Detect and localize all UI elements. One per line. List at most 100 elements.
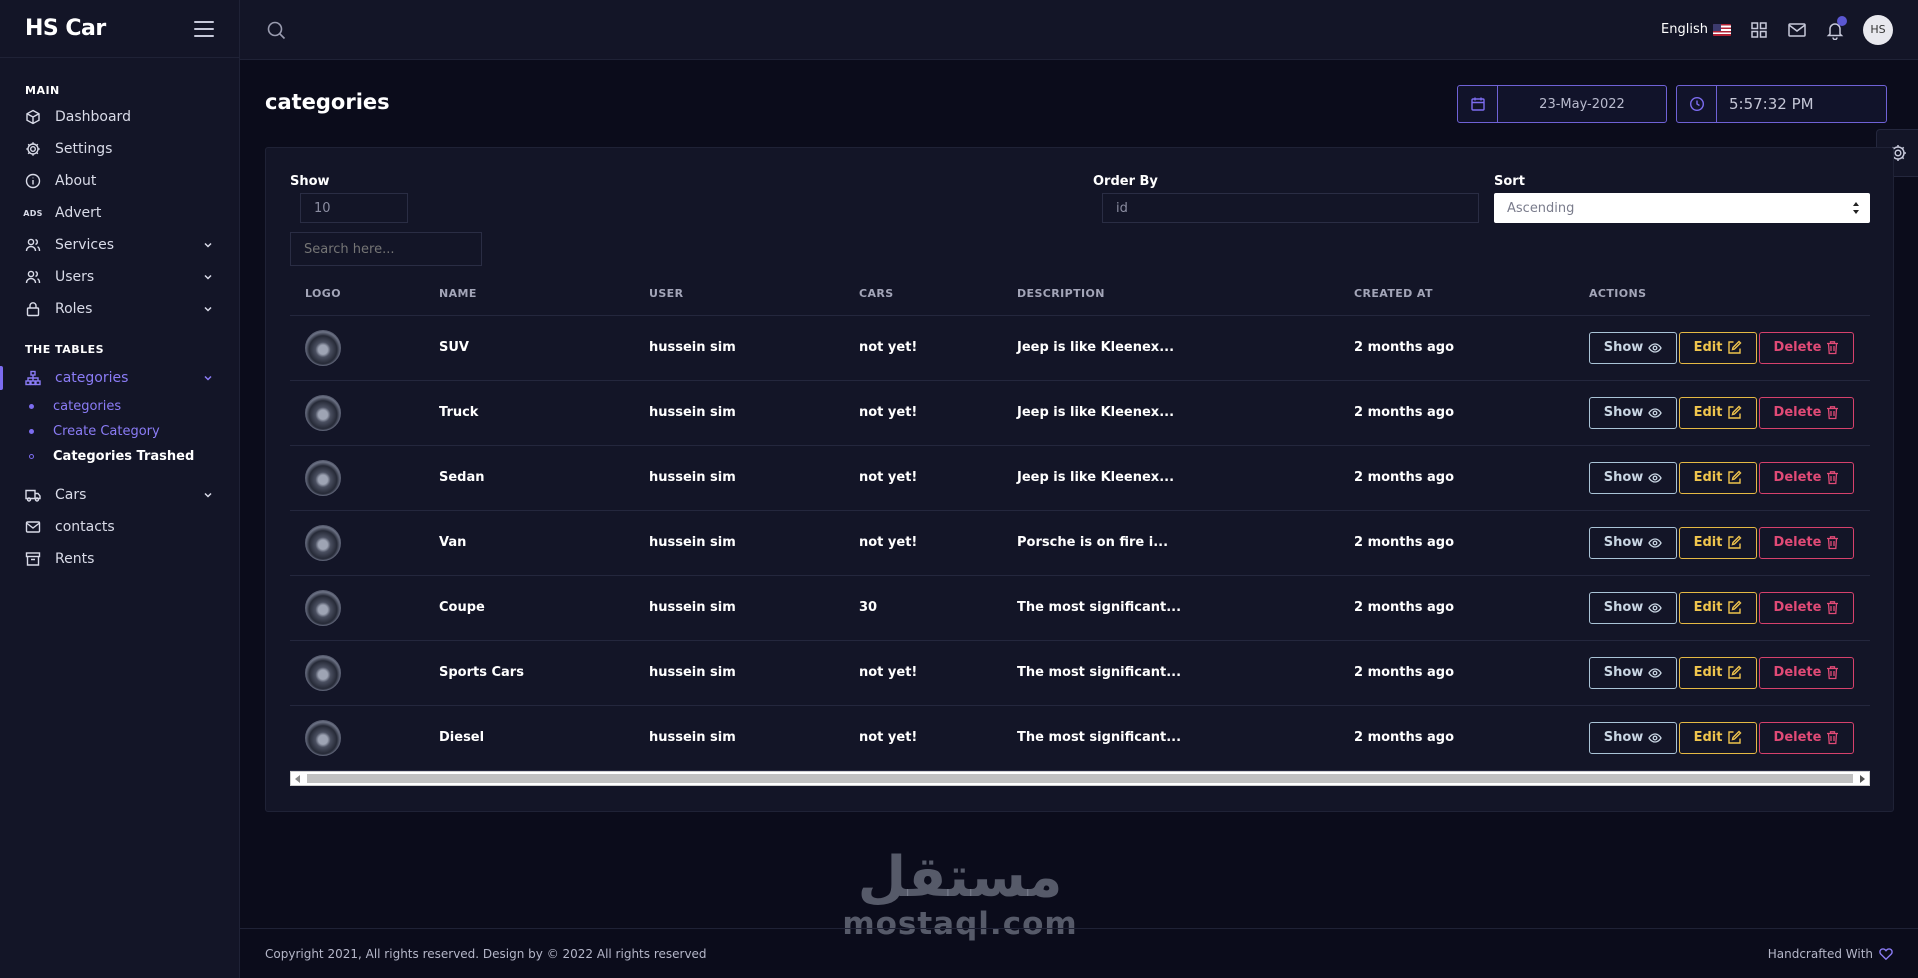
- delete-button[interactable]: Delete: [1759, 721, 1854, 754]
- show-button[interactable]: Show: [1589, 656, 1677, 689]
- time-value: 5:57:32 PM: [1729, 95, 1814, 113]
- sidebar-item-categories[interactable]: categories: [0, 362, 239, 394]
- sidebar-item-users[interactable]: Users: [0, 261, 239, 293]
- order-by-input[interactable]: id: [1102, 193, 1479, 223]
- submenu-categories-trashed[interactable]: Categories Trashed: [0, 444, 239, 469]
- scrollbar-thumb[interactable]: [307, 774, 1853, 783]
- cars-cell: not yet!: [844, 380, 1002, 446]
- edit-button[interactable]: Edit: [1679, 331, 1757, 364]
- eye-icon: [1648, 406, 1663, 420]
- delete-button[interactable]: Delete: [1759, 526, 1854, 559]
- trash-icon: [1826, 340, 1839, 355]
- footer: Copyright 2021, All rights reserved. Des…: [240, 928, 1918, 978]
- sidebar-item-cars[interactable]: Cars: [0, 479, 239, 511]
- show-button[interactable]: Show: [1589, 591, 1677, 624]
- delete-button[interactable]: Delete: [1759, 331, 1854, 364]
- col-actions: ACTIONS: [1574, 273, 1870, 316]
- notifications-button[interactable]: [1825, 15, 1847, 40]
- sidebar-item-roles[interactable]: Roles: [0, 293, 239, 325]
- show-button[interactable]: Show: [1589, 721, 1677, 754]
- actions-cell: Show Edit Delete: [1574, 575, 1870, 641]
- submenu-categories[interactable]: categories: [0, 394, 239, 419]
- sidebar-item-settings[interactable]: Settings: [0, 133, 239, 165]
- sidebar-item-label: contacts: [55, 519, 115, 535]
- edit-button[interactable]: Edit: [1679, 396, 1757, 429]
- language-selector[interactable]: English: [1661, 22, 1731, 37]
- sort-select[interactable]: Ascending: [1494, 193, 1870, 223]
- sidebar-item-label: Services: [55, 237, 115, 253]
- created-at-cell: 2 months ago: [1339, 575, 1574, 641]
- sidebar-item-rents[interactable]: Rents: [0, 543, 239, 575]
- edit-button[interactable]: Edit: [1679, 526, 1757, 559]
- edit-button[interactable]: Edit: [1679, 591, 1757, 624]
- scroll-left-arrow-icon[interactable]: [295, 775, 300, 783]
- edit-button[interactable]: Edit: [1679, 656, 1757, 689]
- sidebar-item-services[interactable]: Services: [0, 229, 239, 261]
- col-cars: CARS: [844, 273, 1002, 316]
- name-cell: SUV: [424, 315, 634, 381]
- edit-icon: [1727, 405, 1742, 420]
- show-button[interactable]: Show: [1589, 461, 1677, 494]
- mail-icon[interactable]: [1787, 20, 1807, 40]
- topbar: English HS: [240, 0, 1918, 60]
- chevron-down-icon: [204, 274, 212, 280]
- created-at-cell: 2 months ago: [1339, 315, 1574, 381]
- description-cell: Jeep is like Kleenex...: [1002, 445, 1339, 511]
- show-button[interactable]: Show: [1589, 331, 1677, 364]
- sidebar-item-label: Rents: [55, 551, 95, 567]
- delete-button[interactable]: Delete: [1759, 656, 1854, 689]
- trash-icon: [1826, 600, 1839, 615]
- notification-badge: [1837, 15, 1847, 26]
- chevron-down-icon: [204, 242, 212, 248]
- edit-icon: [1727, 535, 1742, 550]
- category-logo-image: [305, 589, 341, 626]
- cars-cell: not yet!: [844, 315, 1002, 381]
- delete-button[interactable]: Delete: [1759, 396, 1854, 429]
- created-at-cell: 2 months ago: [1339, 510, 1574, 576]
- cars-cell: not yet!: [844, 510, 1002, 576]
- page-title: categories: [265, 90, 390, 114]
- edit-button[interactable]: Edit: [1679, 721, 1757, 754]
- edit-button[interactable]: Edit: [1679, 461, 1757, 494]
- horizontal-scrollbar[interactable]: [290, 771, 1870, 786]
- logo-cell: [290, 510, 424, 576]
- eye-icon: [1648, 341, 1663, 355]
- sidebar-item-dashboard[interactable]: Dashboard: [0, 101, 239, 133]
- show-button[interactable]: Show: [1589, 526, 1677, 559]
- cars-cell: not yet!: [844, 445, 1002, 511]
- heart-icon: [1879, 947, 1893, 960]
- delete-button[interactable]: Delete: [1759, 461, 1854, 494]
- search-icon[interactable]: [265, 19, 287, 41]
- actions-cell: Show Edit Delete: [1574, 640, 1870, 706]
- language-label: English: [1661, 22, 1708, 37]
- search-input[interactable]: [290, 232, 482, 266]
- lock-icon: [25, 301, 41, 317]
- edit-icon: [1727, 730, 1742, 745]
- sidebar-item-label: Advert: [55, 205, 102, 221]
- submenu-create-category[interactable]: Create Category: [0, 419, 239, 444]
- category-logo-image: [305, 719, 341, 756]
- logo-cell: [290, 575, 424, 641]
- table-row: Sedan hussein sim not yet! Jeep is like Kle…: [290, 445, 1870, 511]
- show-per-page-input[interactable]: 10: [300, 193, 408, 223]
- description-cell: The most significant...: [1002, 640, 1339, 706]
- scroll-right-arrow-icon[interactable]: [1860, 775, 1865, 783]
- show-button[interactable]: Show: [1589, 396, 1677, 429]
- sidebar-item-contacts[interactable]: contacts: [0, 511, 239, 543]
- info-icon: [25, 173, 41, 189]
- table-row: Sports Cars hussein sim not yet! The most s…: [290, 640, 1870, 706]
- trash-icon: [1826, 470, 1839, 485]
- eye-icon: [1648, 536, 1663, 550]
- apps-grid-icon[interactable]: [1749, 20, 1769, 40]
- sort-label: Sort: [1494, 174, 1525, 189]
- table-header-row: LOGO NAME USER CARS DESCRIPTION CREATED …: [290, 273, 1870, 316]
- sidebar-item-about[interactable]: About: [0, 165, 239, 197]
- brand-logo[interactable]: HS Car: [25, 16, 106, 41]
- col-description: DESCRIPTION: [1002, 273, 1339, 316]
- user-avatar[interactable]: HS: [1863, 14, 1893, 45]
- actions-cell: Show Edit Delete: [1574, 445, 1870, 511]
- description-cell: Jeep is like Kleenex...: [1002, 315, 1339, 381]
- menu-toggle-icon[interactable]: [194, 20, 214, 37]
- sidebar-item-advert[interactable]: ADS Advert: [0, 197, 239, 229]
- delete-button[interactable]: Delete: [1759, 591, 1854, 624]
